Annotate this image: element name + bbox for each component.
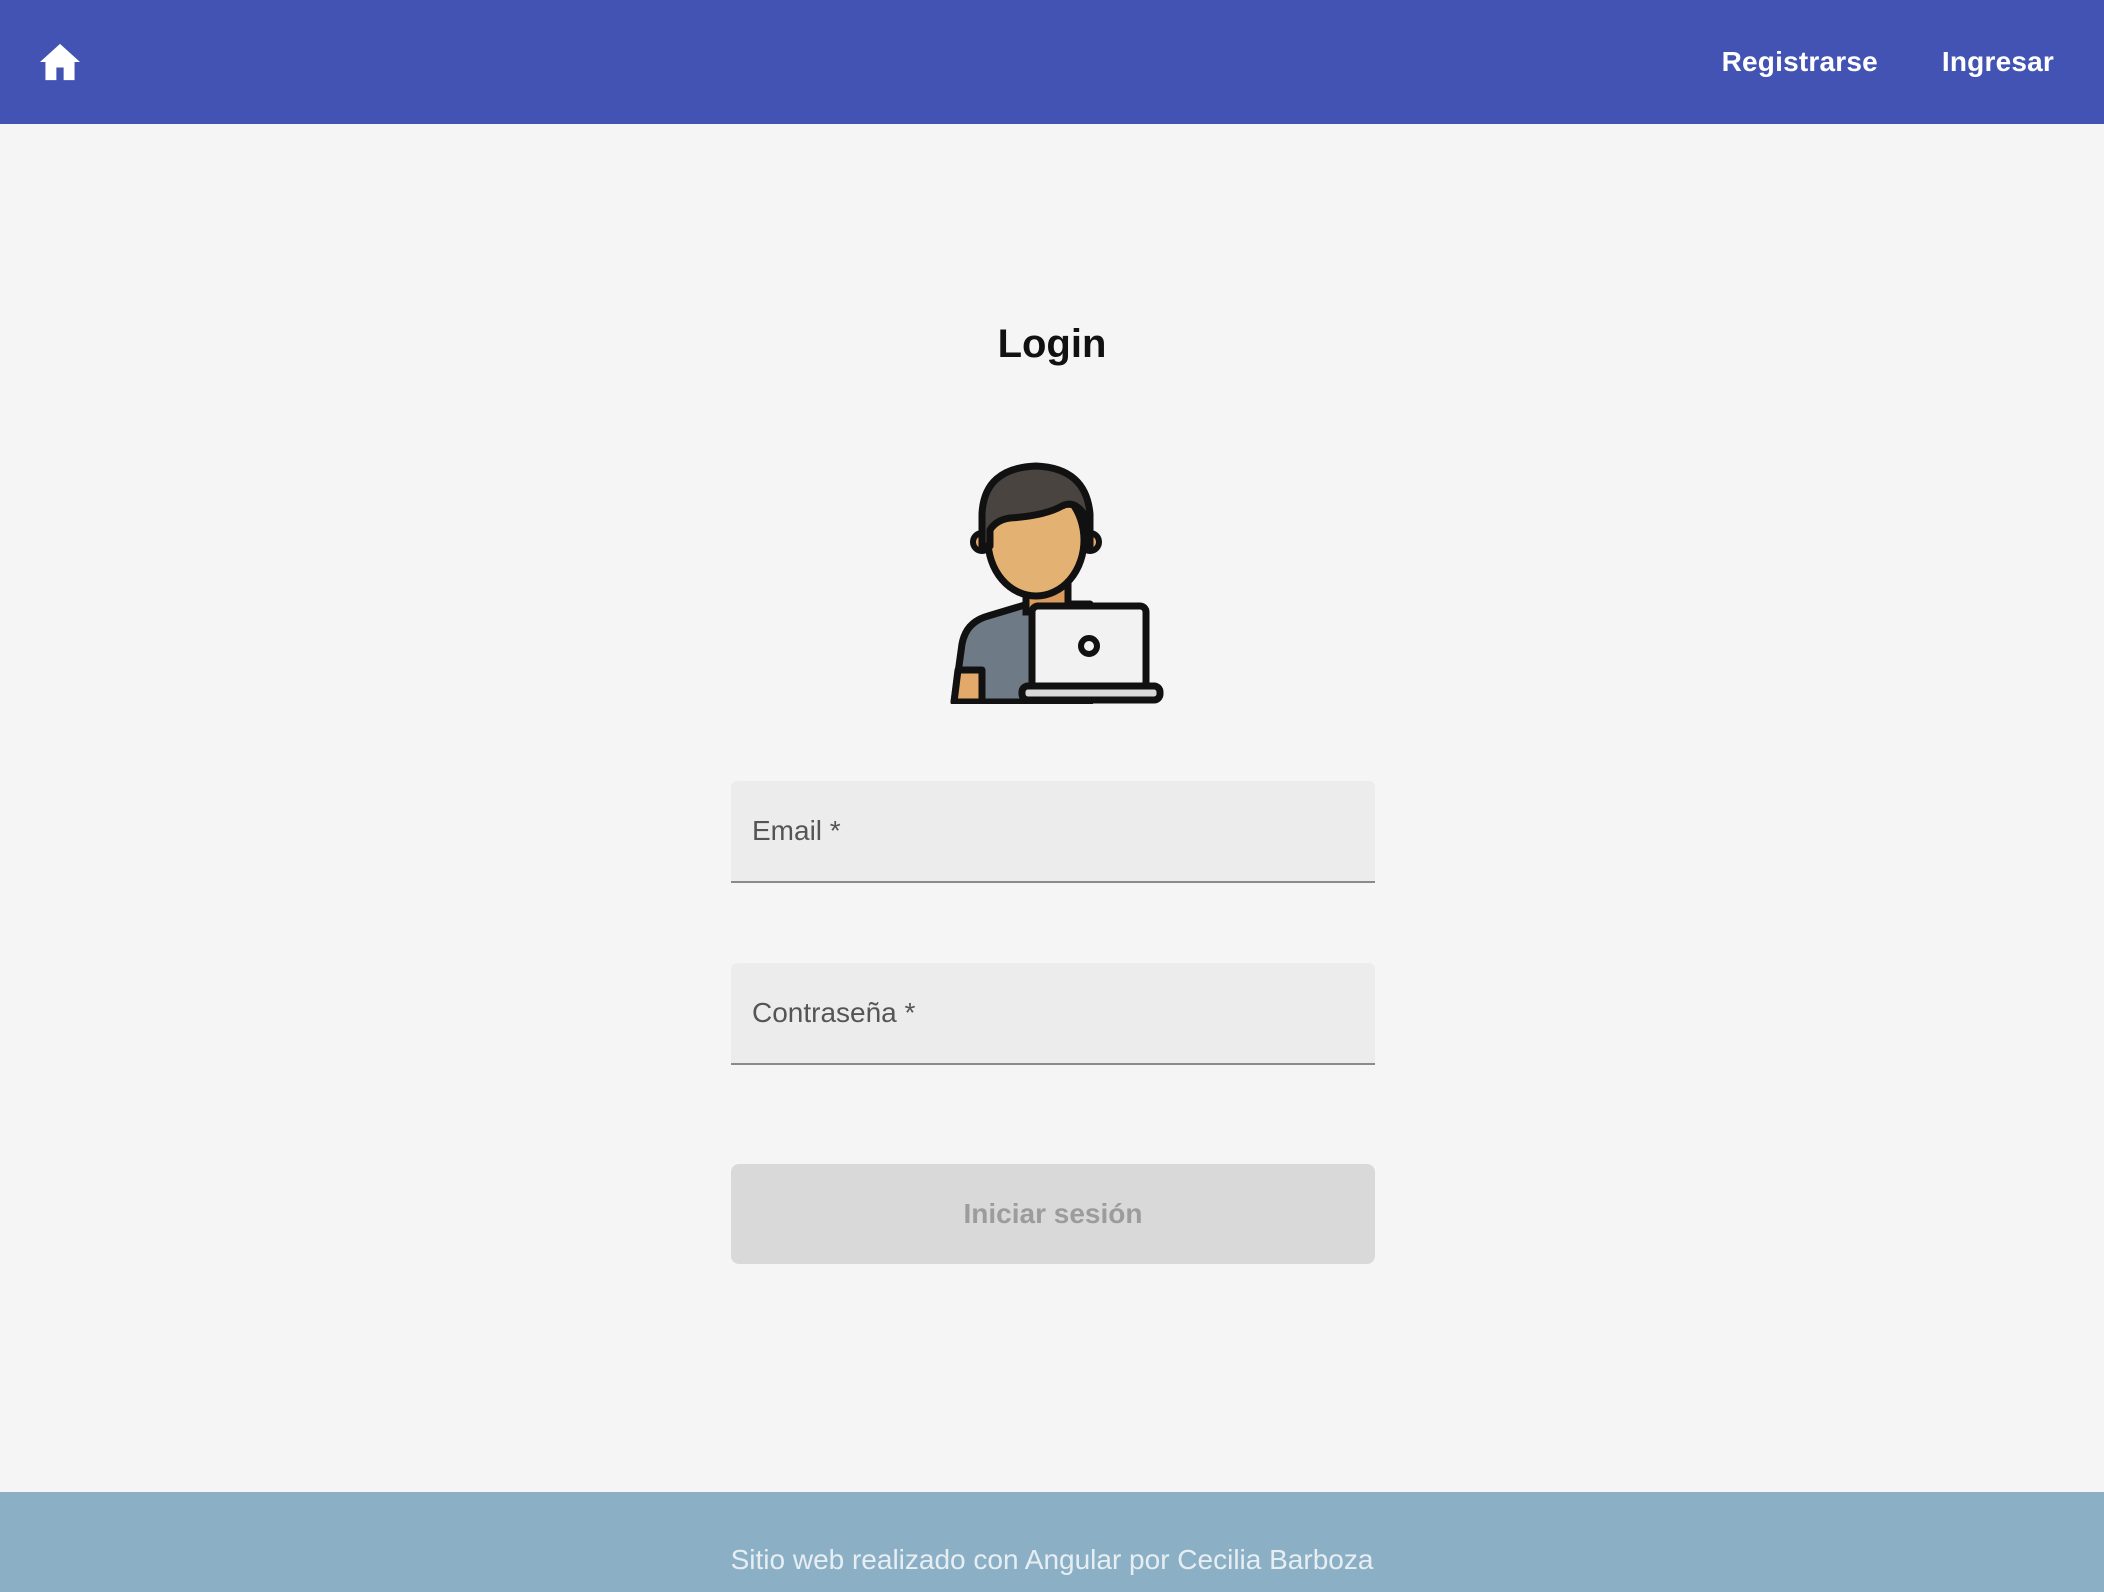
footer: Sitio web realizado con Angular por Ceci…: [0, 1492, 2104, 1592]
top-toolbar: Registrarse Ingresar: [0, 0, 2104, 124]
login-link[interactable]: Ingresar: [1942, 46, 2054, 78]
email-input[interactable]: [731, 781, 1375, 881]
login-submit-button[interactable]: Iniciar sesión: [731, 1164, 1375, 1264]
email-field[interactable]: Email *: [731, 781, 1375, 883]
user-laptop-icon: [950, 462, 1164, 704]
page-title: Login: [997, 322, 1107, 366]
main-content: Login Email * Contraseña * Iniciar sesió…: [0, 124, 2104, 1492]
password-input[interactable]: [731, 963, 1375, 1063]
home-icon: [40, 43, 80, 81]
register-link[interactable]: Registrarse: [1722, 46, 1878, 78]
home-button[interactable]: [36, 38, 84, 86]
footer-text: Sitio web realizado con Angular por Ceci…: [730, 1544, 1374, 1575]
nav-links: Registrarse Ingresar: [1722, 0, 2054, 124]
password-field[interactable]: Contraseña *: [731, 963, 1375, 1065]
